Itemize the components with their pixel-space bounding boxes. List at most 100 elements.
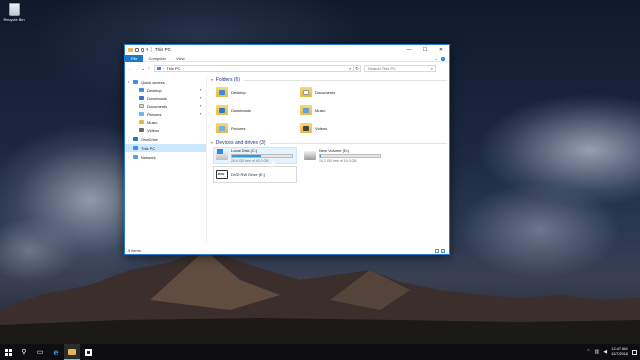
search-icon: ⌕ [430,66,433,71]
network-icon[interactable]: ▥ [595,349,600,355]
search-button[interactable]: ⚲ [16,344,32,360]
sidebar-item-music[interactable]: Music [125,118,206,126]
chevron-down-icon[interactable]: ▾ [146,47,149,53]
chevron-right-icon[interactable]: › [128,155,129,159]
sidebar-item-desktop[interactable]: Desktop ✦ [125,86,206,94]
status-bar-text: 9 items [128,248,141,253]
folder-desktop[interactable]: Desktop [216,84,300,100]
chevron-down-icon[interactable]: ▾ [349,67,353,71]
tiles-view-icon[interactable] [441,249,445,253]
sidebar-item-label: This PC [141,145,156,151]
taskbar-store[interactable] [80,344,96,360]
up-button[interactable]: ↑ [146,65,152,72]
chevron-up-icon[interactable]: ⌃ [586,349,590,355]
search-input[interactable]: Search This PC ⌕ [364,65,436,72]
documents-folder-icon [139,104,144,108]
videos-folder-icon [139,128,144,132]
maximize-button[interactable]: ☐ [417,45,433,54]
sidebar-item-videos[interactable]: Videos [125,126,206,134]
sidebar-item-quick-access[interactable]: ▾ Quick access [125,78,206,86]
sidebar-item-downloads[interactable]: Downloads ✦ [125,94,206,102]
drive-label: New Volume (D:) [319,148,350,153]
drives-grid: Local Disk (C:) 20.6 GB free of 40.0 GB … [211,147,447,183]
view-toggle [435,249,445,253]
sidebar-item-onedrive[interactable]: › OneDrive [125,135,206,143]
folder-downloads[interactable]: Downloads [216,102,300,118]
details-view-icon[interactable] [435,249,439,253]
sidebar-item-documents[interactable]: Documents ✦ [125,102,206,110]
window-controls: — ☐ ✕ [401,45,449,54]
internet-explorer-icon: e [53,347,59,357]
group-header-drives[interactable]: ▾ Devices and drives (3) [211,139,447,147]
drive-new-volume-d[interactable]: New Volume (D:) 19.2 GB free of 19.3 GB [302,147,386,164]
address-field[interactable]: › This PC ▾ [154,65,354,72]
chevron-right-icon[interactable]: › [128,146,129,150]
group-header-folders[interactable]: ▾ Folders (6) [211,76,447,84]
drive-label: Local Disk (C:) [231,148,258,153]
help-icon[interactable]: ? [441,56,445,61]
folder-icon [128,47,133,52]
group-header-label: Devices and drives (3) [215,140,266,146]
music-folder-icon [300,105,312,115]
window-title: This PC [154,47,171,52]
ribbon-tabs: File Computer View [125,54,449,62]
tab-computer[interactable]: Computer [143,55,171,62]
folder-music[interactable]: Music [300,102,384,118]
ribbon-help-area: ⌄ ? [435,55,445,62]
taskbar: ⚲ ▭ e ⌃ ▥ ◀ 12:47 AM 12/7/2016 [0,344,640,360]
divider [269,142,447,144]
chevron-down-icon[interactable]: ▾ [211,78,213,82]
folder-label: Pictures [231,125,246,131]
sidebar-item-this-pc[interactable]: › This PC [125,144,206,152]
drive-dvd-e[interactable]: DVD DVD RW Drive (E:) [213,166,297,183]
folder-pictures[interactable]: Pictures [216,120,300,136]
start-button[interactable] [0,344,16,360]
group-header-label: Folders (6) [215,77,240,83]
clock[interactable]: 12:47 AM 12/7/2016 [611,347,628,357]
computer-icon [133,146,138,150]
sidebar-item-network[interactable]: › Network [125,153,206,161]
expand-ribbon-icon[interactable]: ⌄ [435,56,438,61]
title-bar[interactable]: ▾ | This PC — ☐ ✕ [125,45,449,54]
folder-label: Desktop [231,89,246,95]
close-button[interactable]: ✕ [433,45,449,54]
action-center-icon[interactable] [632,349,637,355]
taskbar-file-explorer[interactable] [64,344,80,360]
content-pane: ▾ Folders (6) Desktop Documents Download… [211,76,447,244]
minimize-button[interactable]: — [401,45,417,54]
drive-usage-bar [231,154,293,158]
folders-grid: Desktop Documents Downloads Music Pictur… [211,84,447,136]
network-icon [133,155,138,159]
volume-icon[interactable]: ◀ [603,349,607,355]
pin-icon[interactable]: ✦ [199,104,202,108]
properties-icon[interactable] [135,47,139,52]
pin-icon[interactable]: ✦ [199,112,202,116]
chevron-right-icon[interactable]: › [128,137,129,141]
folder-documents[interactable]: Documents [300,84,384,100]
tab-view[interactable]: View [171,55,190,62]
breadcrumb-this-pc[interactable]: This PC [166,66,180,71]
tab-file[interactable]: File [125,54,144,62]
pin-icon[interactable]: ✦ [199,88,202,92]
folder-videos[interactable]: Videos [300,120,384,136]
desktop-icon-recycle-bin[interactable]: Recycle Bin [2,2,26,28]
sidebar-item-label: Desktop [147,87,162,93]
download-folder-icon [139,96,144,100]
task-view-button[interactable]: ▭ [32,344,48,360]
file-explorer-icon [68,348,76,355]
chevron-down-icon[interactable]: ▾ [211,141,213,145]
desktop-folder-icon [216,87,228,97]
chevron-down-icon[interactable]: ▾ [128,80,130,84]
taskbar-internet-explorer[interactable]: e [48,344,64,360]
pin-icon[interactable]: ✦ [199,96,202,100]
clock-date: 12/7/2016 [611,352,628,356]
new-folder-icon[interactable] [141,47,144,52]
refresh-button[interactable]: ↻ [354,65,361,72]
hard-drive-icon [304,151,316,160]
folder-label: Music [315,107,326,113]
drive-local-disk-c[interactable]: Local Disk (C:) 20.6 GB free of 40.0 GB [213,147,297,164]
sidebar-item-label: Music [147,119,158,125]
drive-usage-bar [319,154,381,158]
sidebar-item-pictures[interactable]: Pictures ✦ [125,110,206,118]
breadcrumb-arrow-icon[interactable]: › [163,66,164,71]
